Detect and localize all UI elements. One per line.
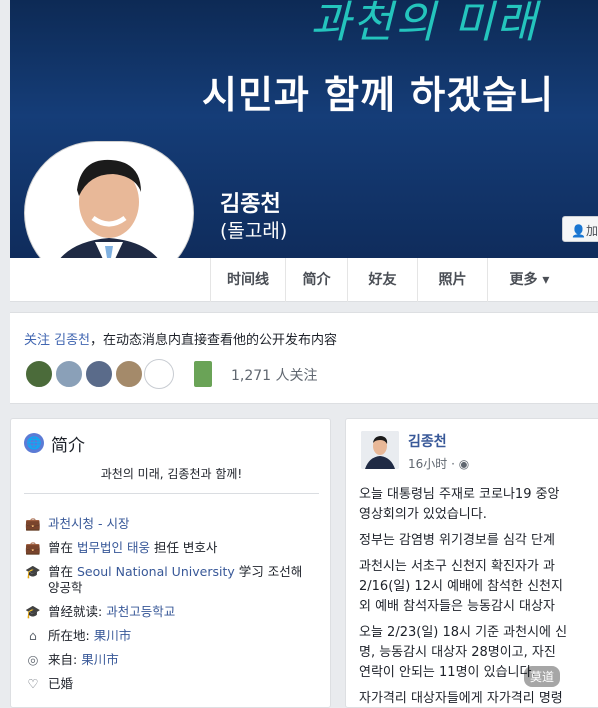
briefcase-icon: 💼 — [25, 516, 41, 531]
heart-icon: ♡ — [27, 676, 39, 691]
add-friend-button[interactable]: 👤加 — [562, 216, 598, 242]
intro-row-relationship: ♡ 已婚 — [24, 673, 73, 692]
follow-prompt: 关注 김종천，在动态消息内直接查看他的公开发布内容 — [24, 329, 337, 348]
post-timestamp[interactable]: 16小时 · ◉ — [408, 455, 469, 472]
post-text-line: 외 예배 참석자들은 능동감시 대상자 — [359, 599, 555, 614]
intro-university-major: 양공학 — [48, 580, 83, 595]
graduation-cap-icon: 🎓 — [25, 604, 41, 619]
tab-photos[interactable]: 照片 — [417, 258, 487, 302]
tab-more[interactable]: 更多 ▾ — [487, 258, 571, 302]
follow-name-link[interactable]: 김종천 — [54, 333, 90, 348]
home-icon: ⌂ — [29, 628, 37, 643]
intro-location-link[interactable]: 果川市 — [94, 628, 132, 643]
tab-timeline[interactable]: 时间线 — [210, 258, 285, 302]
follower-avatar[interactable] — [84, 359, 114, 389]
tab-friends[interactable]: 好友 — [347, 258, 417, 302]
cover-headline: 시민과 함께 하겠습니 — [202, 73, 555, 117]
follow-box: 关注 김종천，在动态消息内直接查看他的公开发布内容 1,271 人关注 — [10, 312, 598, 404]
globe-icon: 🌐 — [24, 433, 44, 453]
profile-name[interactable]: 김종천 — [220, 186, 281, 218]
follower-avatar[interactable] — [24, 359, 54, 389]
intro-work-text[interactable]: 과천시청 - 시장 — [48, 516, 129, 531]
intro-divider — [24, 493, 319, 494]
follower-avatar[interactable] — [192, 359, 214, 389]
post-text-line: 자가격리 대상자들에게 자가격리 명령 — [359, 691, 563, 706]
post-text-line: 연락이 안되는 11명이 있습니다. — [359, 665, 536, 680]
intro-hometown-link[interactable]: 果川市 — [81, 652, 119, 667]
watermark-badge: 莫道 — [524, 666, 561, 687]
intro-past-work-prefix: 曾在 — [48, 540, 77, 555]
intro-highschool-link[interactable]: 과천고등학교 — [106, 604, 175, 619]
post-text-line: 2/16(일) 12시 예배에 참석한 신천지 — [359, 579, 563, 594]
post-author-name[interactable]: 김종천 — [408, 431, 447, 451]
post-text-line: 오늘 대통령님 주재로 코로나19 중앙 — [359, 487, 560, 502]
follower-avatar[interactable] — [114, 359, 144, 389]
intro-row-work: 💼 과천시청 - 시장 — [24, 513, 129, 532]
cover-script-text: 과천의 미래 — [310, 0, 539, 48]
post-text-line: 정부는 감염병 위기경보를 심각 단계 — [359, 533, 555, 548]
post-text-line: 영상회의가 있었습니다. — [359, 507, 487, 522]
post-text-line: 오늘 2/23(일) 18시 기준 과천시에 신 — [359, 625, 568, 640]
profile-tab-bar: 时间线 简介 好友 照片 更多 ▾ — [10, 258, 598, 302]
follower-avatar[interactable] — [54, 359, 84, 389]
graduation-cap-icon: 🎓 — [25, 564, 41, 579]
follower-count[interactable]: 1,271 人关注 — [231, 365, 318, 385]
intro-row-highschool: 🎓 曾经就读: 과천고등학교 — [24, 601, 175, 620]
intro-university-suffix: 学习 조선해 — [234, 564, 303, 579]
intro-past-work-suffix: 担任 변호사 — [149, 540, 218, 555]
intro-highschool-prefix: 曾经就读: — [48, 604, 107, 619]
location-pin-icon: ◎ — [27, 652, 39, 667]
intro-past-work-link[interactable]: 법무법인 태웅 — [77, 540, 150, 555]
intro-location-prefix: 所在地: — [48, 628, 94, 643]
avatar-portrait-icon — [361, 431, 399, 469]
intro-slogan: 과천의 미래, 김종천과 함께! — [100, 467, 243, 481]
intro-university-link[interactable]: Seoul National University — [77, 564, 235, 579]
intro-card: 🌐 简介 과천의 미래, 김종천과 함께! 💼 과천시청 - 시장 💼 曾在 법무법… — [10, 418, 331, 708]
add-friend-label: 加 — [585, 224, 598, 238]
intro-row-hometown: ◎ 来自: 果川市 — [24, 649, 119, 668]
intro-row-university-cont: 양공학 — [48, 577, 83, 596]
follow-suffix: ，在动态消息内直接查看他的公开发布内容 — [90, 333, 338, 348]
intro-title: 简介 — [51, 436, 85, 456]
briefcase-icon: 💼 — [25, 540, 41, 555]
tab-about[interactable]: 简介 — [285, 258, 347, 302]
profile-alias: (돌고래) — [220, 220, 288, 242]
follow-link[interactable]: 关注 — [24, 333, 54, 348]
intro-relationship-text: 已婚 — [48, 676, 74, 691]
add-user-icon: 👤 — [571, 224, 586, 238]
post-author-avatar[interactable] — [361, 431, 399, 469]
post-text-line: 과천시는 서초구 신천지 확진자가 과 — [359, 559, 555, 574]
follower-avatar[interactable] — [144, 359, 174, 389]
post-text-line: 명, 능동감시 대상자 28명이고, 자진 — [359, 645, 556, 660]
post-card: 김종천 16小时 · ◉ 오늘 대통령님 주재로 코로나19 중앙 영상회의가 … — [345, 418, 598, 708]
intro-row-location: ⌂ 所在地: 果川市 — [24, 625, 131, 644]
intro-hometown-prefix: 来自: — [48, 652, 82, 667]
intro-row-past-work: 💼 曾在 법무법인 태웅 担任 변호사 — [24, 537, 217, 556]
